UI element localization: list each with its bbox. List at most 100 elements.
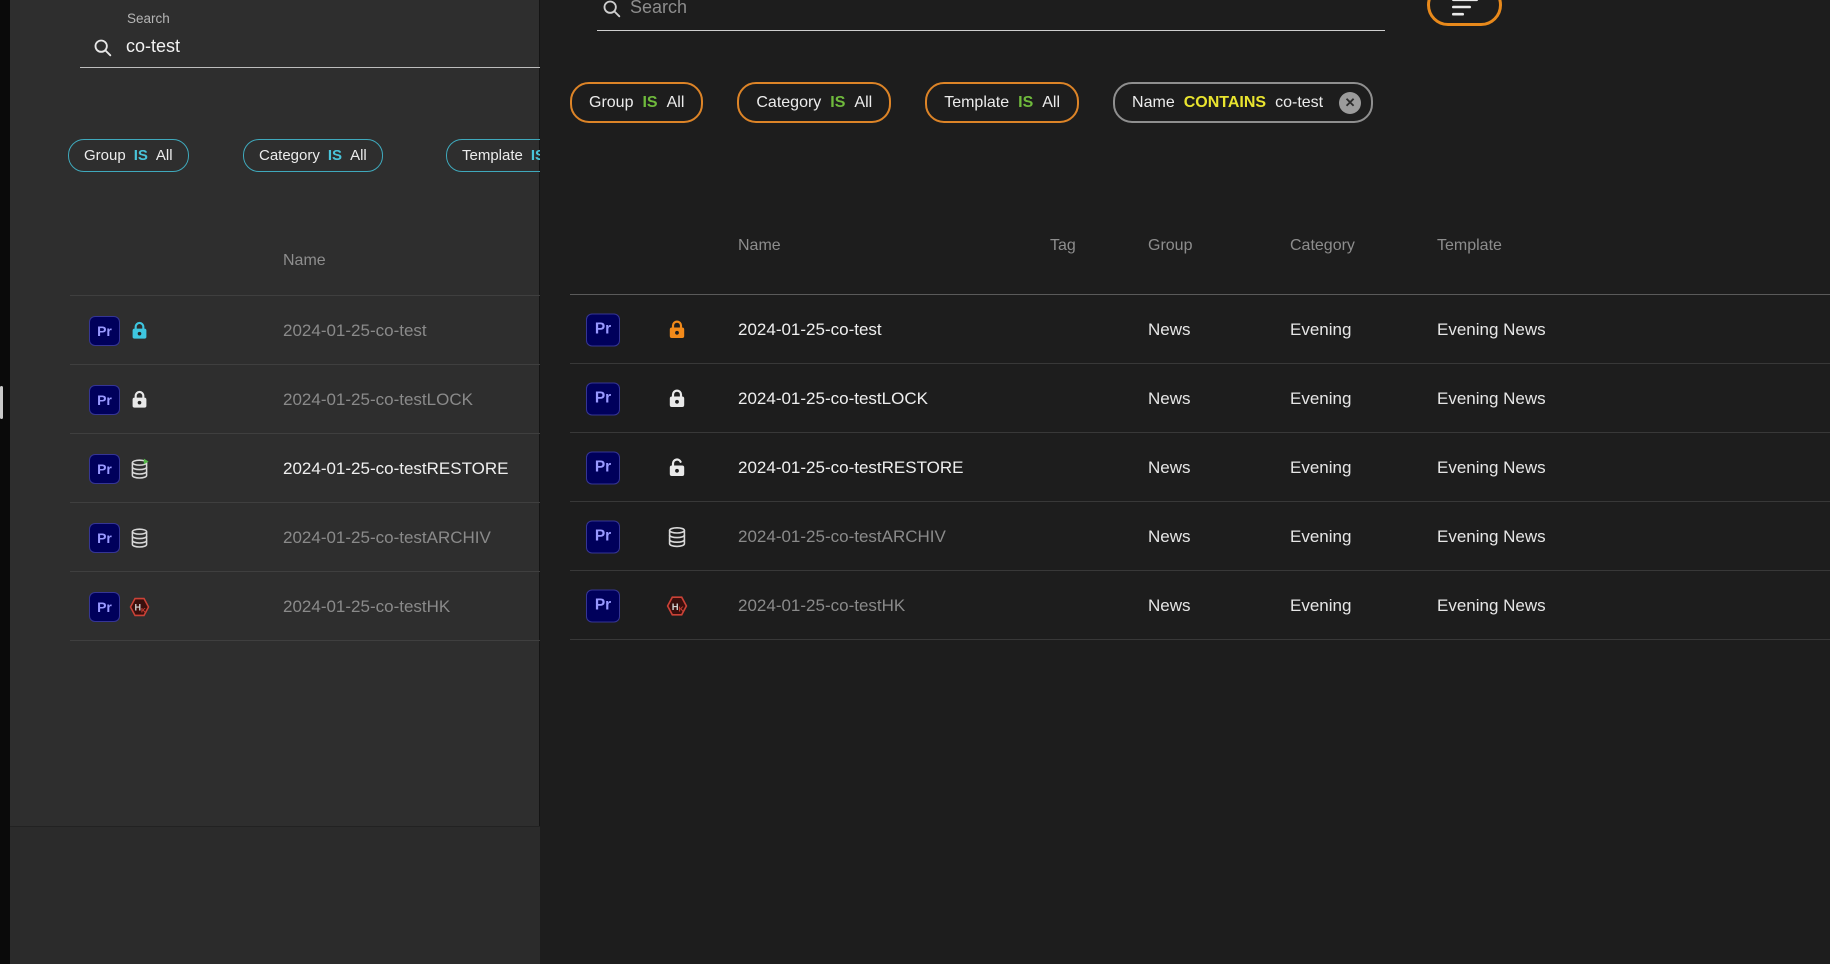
svg-text:K: K [141, 607, 146, 614]
table-row[interactable]: Pr HK 2024-01-25-co-testHK News Evening … [540, 571, 1830, 640]
column-header-name[interactable]: Name [738, 237, 781, 255]
table-row[interactable]: Pr HK 2024-01-25-co-test [0, 296, 540, 365]
project-list: Pr HK 2024-01-25-co-test News Evening Ev… [540, 295, 1830, 640]
hk-icon: HK [126, 595, 152, 618]
column-header-tag[interactable]: Tag [1050, 237, 1076, 255]
filter-pill[interactable]: Group IS All [68, 139, 189, 172]
cell-template: Evening News [1437, 389, 1546, 409]
cell-group: News [1148, 320, 1191, 340]
project-name: 2024-01-25-co-testHK [283, 597, 450, 617]
filter-value: co-test [1275, 94, 1323, 112]
table-row[interactable]: Pr HK 2024-01-25-co-testARCHIV [0, 503, 540, 572]
filter-operator: CONTAINS [1184, 94, 1266, 112]
premiere-pro-icon: Pr [89, 385, 120, 415]
cell-group: News [1148, 596, 1191, 616]
premiere-pro-icon: Pr [89, 454, 120, 484]
cell-category: Evening [1290, 458, 1351, 478]
db-stack-icon: HK [126, 526, 152, 549]
project-name: 2024-01-25-co-testRESTORE [283, 459, 509, 479]
project-name: 2024-01-25-co-test [738, 320, 882, 340]
unlock-white-icon: HK [664, 456, 690, 480]
cell-template: Evening News [1437, 596, 1546, 616]
search-underline [80, 67, 540, 68]
sort-list-icon [1451, 0, 1479, 17]
premiere-pro-icon: Pr [89, 316, 120, 346]
table-row[interactable]: Pr HK 2024-01-25-co-testLOCK [0, 365, 540, 434]
table-row[interactable]: Pr HK 2024-01-25-co-testLOCK News Evenin… [540, 364, 1830, 433]
premiere-pro-icon: Pr [586, 313, 620, 346]
project-name: 2024-01-25-co-testARCHIV [738, 527, 946, 547]
cell-template: Evening News [1437, 527, 1546, 547]
filter-pill[interactable]: Category IS All [243, 139, 383, 172]
cell-category: Evening [1290, 320, 1351, 340]
filter-operator: IS [1018, 94, 1033, 112]
search-icon [601, 0, 623, 25]
cell-group: News [1148, 458, 1191, 478]
cell-category: Evening [1290, 596, 1351, 616]
search-input[interactable]: co-test [126, 36, 180, 57]
premiere-pro-icon: Pr [586, 382, 620, 415]
project-list: Pr HK 2024-01-25-co-test Pr [0, 296, 540, 641]
search-label: Search [127, 11, 170, 26]
premiere-pro-icon: Pr [89, 523, 120, 553]
search-underline [597, 30, 1385, 31]
filter-value: All [350, 147, 367, 164]
table-row[interactable]: Pr HK 2024-01-25-co-testARCHIV News Even… [540, 502, 1830, 571]
project-name: 2024-01-25-co-testRESTORE [738, 458, 964, 478]
project-name: 2024-01-25-co-test [283, 321, 427, 341]
lock-orange-icon: HK [664, 318, 690, 342]
lock-white-icon: HK [664, 387, 690, 411]
svg-text:K: K [679, 606, 684, 613]
filter-field: Template [462, 147, 523, 164]
cell-group: News [1148, 527, 1191, 547]
filter-value: All [667, 94, 685, 112]
table-row[interactable]: Pr HK 2024-01-25-co-testRESTORE News Eve… [540, 433, 1830, 502]
cell-category: Evening [1290, 389, 1351, 409]
filter-field: Name [1132, 94, 1175, 112]
left-panel: Search co-test Group IS All Category IS … [0, 0, 540, 964]
column-header-template[interactable]: Template [1437, 237, 1502, 255]
premiere-pro-icon: Pr [89, 592, 120, 622]
filter-pill[interactable]: Template IS All [446, 139, 540, 172]
filter-pill[interactable]: Group IS All [570, 82, 703, 123]
menu-button[interactable] [1427, 0, 1502, 26]
hk-icon: HK [664, 594, 690, 618]
filter-field: Category [259, 147, 320, 164]
filter-operator: IS [830, 94, 845, 112]
db-restore-icon: HK [126, 457, 152, 480]
filter-field: Group [84, 147, 126, 164]
filter-bar: Group IS All Category IS All Template IS… [0, 139, 540, 170]
table-row[interactable]: Pr HK 2024-01-25-co-testHK [0, 572, 540, 641]
search-icon [92, 37, 114, 64]
app-window: Search co-test Group IS All Category IS … [0, 0, 1830, 964]
project-name: 2024-01-25-co-testHK [738, 596, 905, 616]
cell-group: News [1148, 389, 1191, 409]
filter-pill[interactable]: Name CONTAINS co-test ✕ [1113, 82, 1373, 123]
left-panel-footer [10, 826, 540, 964]
premiere-pro-icon: Pr [586, 589, 620, 622]
column-header-group[interactable]: Group [1148, 237, 1192, 255]
column-header-name[interactable]: Name [283, 252, 326, 270]
filter-pill[interactable]: Template IS All [925, 82, 1079, 123]
premiere-pro-icon: Pr [586, 520, 620, 553]
filter-operator: IS [134, 147, 148, 164]
column-header-category[interactable]: Category [1290, 237, 1355, 255]
filter-value: All [156, 147, 173, 164]
filter-value: All [854, 94, 872, 112]
filter-field: Category [756, 94, 821, 112]
table-row[interactable]: Pr HK 2024-01-25-co-test News Evening Ev… [540, 295, 1830, 364]
filter-operator: IS [328, 147, 342, 164]
table-row[interactable]: Pr HK 2024-01-25-co-testRESTORE [0, 434, 540, 503]
premiere-pro-icon: Pr [586, 451, 620, 484]
cell-category: Evening [1290, 527, 1351, 547]
filter-pill[interactable]: Category IS All [737, 82, 891, 123]
search-input[interactable]: Search [630, 0, 687, 18]
lock-cyan-icon: HK [126, 319, 152, 342]
project-name: 2024-01-25-co-testARCHIV [283, 528, 491, 548]
remove-filter-button[interactable]: ✕ [1339, 92, 1361, 114]
right-panel: Search Group IS All Category IS All [540, 0, 1830, 964]
filter-field: Group [589, 94, 633, 112]
filter-value: All [1042, 94, 1060, 112]
lock-white-icon: HK [126, 388, 152, 411]
filter-operator: IS [531, 147, 540, 164]
